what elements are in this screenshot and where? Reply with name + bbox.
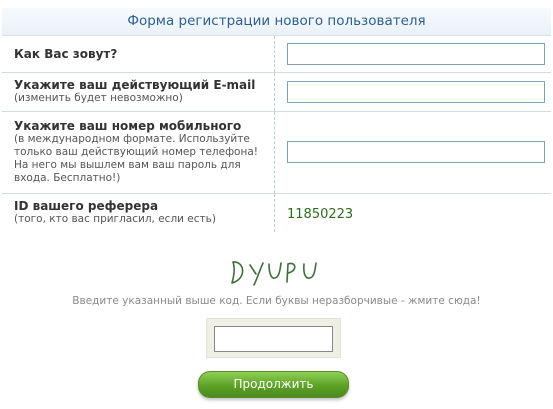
phone-field-cell	[274, 111, 551, 194]
form-row-email: Укажите ваш действующий E-mail (изменить…	[2, 72, 551, 112]
referrer-label: ID вашего реферера	[14, 199, 159, 214]
email-hint: (изменить будет невозможно)	[14, 92, 183, 104]
phone-hint: (в международном формате. Используйте то…	[14, 133, 258, 184]
email-input[interactable]	[287, 80, 545, 103]
registration-form: Как Вас зовут? Укажите ваш действующий E…	[2, 36, 551, 232]
continue-button[interactable]: Продолжить	[198, 371, 349, 398]
referrer-value-cell: 11850223	[274, 193, 551, 232]
name-label-cell: Как Вас зовут?	[2, 36, 275, 73]
phone-label-cell: Укажите ваш номер мобильного (в междунар…	[2, 111, 275, 194]
referrer-id-value: 11850223	[287, 207, 354, 223]
phone-input[interactable]	[287, 141, 545, 163]
referrer-label-cell: ID вашего реферера (того, кто вас пригла…	[2, 193, 275, 232]
name-input[interactable]	[287, 42, 545, 65]
email-label: Укажите ваш действующий E-mail	[14, 78, 256, 92]
email-label-cell: Укажите ваш действующий E-mail (изменить…	[2, 72, 275, 112]
email-field-cell	[274, 72, 551, 112]
captcha-input[interactable]	[214, 326, 333, 352]
captcha-hint[interactable]: Введите указанный выше код. Если буквы н…	[0, 295, 553, 307]
name-label: Как Вас зовут?	[14, 46, 118, 61]
form-row-referrer: ID вашего реферера (того, кто вас пригла…	[2, 193, 551, 232]
form-title: Форма регистрации нового пользователя	[2, 8, 551, 36]
referrer-hint: (того, кто вас пригласил, если есть)	[14, 213, 216, 226]
form-row-name: Как Вас зовут?	[2, 36, 551, 73]
name-field-cell	[274, 36, 551, 73]
captcha-image	[231, 261, 317, 286]
captcha-input-box	[206, 318, 341, 358]
form-row-phone: Укажите ваш номер мобильного (в междунар…	[2, 111, 551, 194]
registration-page: Форма регистрации нового пользователя Ка…	[0, 0, 553, 409]
phone-label: Укажите ваш номер мобильного	[14, 119, 242, 133]
